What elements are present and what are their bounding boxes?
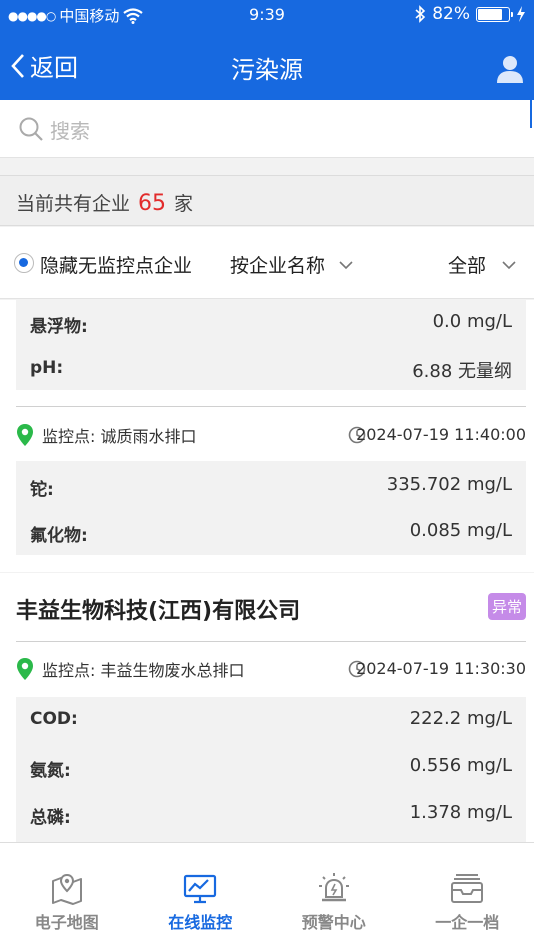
monitor-icon [184, 874, 217, 904]
monitor-time: 2024-07-19 11:40:00 [356, 425, 526, 444]
metric-value: 0.0 mg/L [432, 311, 512, 332]
monitor-point-label: 监控点: 丰益生物废水总排口 [42, 661, 245, 680]
map-icon [51, 873, 82, 905]
tab-label: 预警中心 [301, 913, 366, 932]
metric-name: 悬浮物: [30, 317, 88, 337]
metric-name: 氟化物: [30, 526, 88, 546]
metric-value: 6.88 无量纲 [412, 361, 512, 382]
metric-value: 1.378 mg/L [409, 802, 512, 823]
metric-name: COD: [30, 709, 78, 729]
status-badge: 异常 [487, 593, 526, 620]
metric-name: 铊: [30, 480, 54, 500]
tab-map[interactable]: 电子地图 [0, 843, 134, 950]
metric-row: 铊: 335.702 mg/L [16, 463, 526, 509]
count-suffix: 家 [174, 193, 194, 215]
scroll-indicator [530, 100, 532, 128]
nav-bar: 返回 污染源 [0, 30, 534, 100]
location-pin-icon [17, 658, 33, 680]
metric-name: 总磷: [30, 808, 71, 828]
divider [16, 641, 526, 642]
hide-no-monitor-label[interactable]: 隐藏无监控点企业 [40, 251, 192, 278]
metric-name: 氨氮: [30, 761, 71, 781]
search-input[interactable]: 搜索 [50, 115, 90, 144]
status-label: 全部 [447, 255, 486, 277]
metric-value: 0.085 mg/L [409, 520, 512, 541]
company-list[interactable]: 悬浮物: 0.0 mg/L pH: 6.88 无量纲 监控点: 诚质雨水排口 2… [0, 300, 534, 842]
metric-value: 335.702 mg/L [386, 474, 512, 495]
metric-value: 0.556 mg/L [409, 755, 512, 776]
metric-row: 氟化物: 0.085 mg/L [16, 509, 526, 555]
battery-percent: 82% [432, 4, 470, 24]
company-card[interactable]: 悬浮物: 0.0 mg/L pH: 6.88 无量纲 监控点: 诚质雨水排口 2… [0, 300, 534, 572]
metric-value: 222.2 mg/L [409, 708, 512, 729]
tab-label: 在线监控 [168, 913, 233, 932]
monitor-point-row[interactable]: 监控点: 诚质雨水排口 2024-07-19 11:40:00 [16, 415, 526, 455]
alarm-icon [318, 873, 349, 902]
search-bar[interactable]: 搜索 [0, 100, 534, 158]
hide-no-monitor-radio[interactable] [14, 253, 34, 273]
metrics-panel: COD: 222.2 mg/L 氨氮: 0.556 mg/L 总磷: 1.378… [16, 697, 526, 842]
metric-row: 悬浮物: 0.0 mg/L [16, 300, 526, 346]
company-card[interactable]: 丰益生物科技(江西)有限公司 异常 监控点: 丰益生物废水总排口 2024-07… [0, 573, 534, 842]
status-dropdown[interactable]: 全部 [448, 251, 516, 278]
chevron-down-icon [502, 260, 516, 269]
company-count-bar: 当前共有企业 65 家 [0, 175, 534, 226]
sort-label: 按企业名称 [230, 255, 326, 277]
monitor-point-row[interactable]: 监控点: 丰益生物废水总排口 2024-07-19 11:30:30 [16, 649, 526, 689]
tab-archive[interactable]: 一企一档 [401, 843, 534, 950]
chevron-down-icon [339, 260, 353, 269]
company-name[interactable]: 丰益生物科技(江西)有限公司 [16, 593, 300, 625]
metrics-panel: 铊: 335.702 mg/L 氟化物: 0.085 mg/L [16, 461, 526, 555]
tab-label: 电子地图 [34, 913, 99, 932]
metric-row: pH: 6.88 无量纲 [16, 346, 526, 392]
archive-icon [451, 874, 484, 903]
bluetooth-icon [415, 5, 426, 23]
location-pin-icon [17, 424, 33, 446]
monitor-point-label: 监控点: 诚质雨水排口 [42, 427, 197, 446]
tab-label: 一企一档 [435, 913, 500, 932]
status-bar: ●●●●○ 中国移动 9:39 82% [0, 0, 534, 30]
metric-name: pH: [30, 358, 64, 378]
metric-row: 总磷: 1.378 mg/L [16, 791, 526, 837]
metric-row: 氨氮: 0.556 mg/L [16, 744, 526, 790]
company-count: 65 [138, 191, 167, 216]
filter-bar: 隐藏无监控点企业 按企业名称 全部 [0, 227, 534, 299]
metrics-panel: 悬浮物: 0.0 mg/L pH: 6.88 无量纲 [16, 300, 526, 390]
user-icon[interactable] [496, 54, 524, 84]
metric-row: COD: 222.2 mg/L [16, 697, 526, 743]
battery-icon [476, 6, 513, 22]
monitor-time: 2024-07-19 11:30:30 [356, 659, 526, 678]
divider [16, 406, 526, 407]
tab-monitor[interactable]: 在线监控 [134, 843, 268, 950]
count-prefix: 当前共有企业 [16, 193, 131, 215]
tab-bar: 电子地图 在线监控 预警中心 一企一档 [0, 842, 534, 950]
battery-level [478, 8, 502, 20]
charging-icon [517, 6, 525, 22]
tab-alarm[interactable]: 预警中心 [267, 843, 401, 950]
page-title: 污染源 [231, 56, 303, 84]
search-icon [19, 117, 43, 141]
sort-dropdown[interactable]: 按企业名称 [230, 251, 353, 278]
